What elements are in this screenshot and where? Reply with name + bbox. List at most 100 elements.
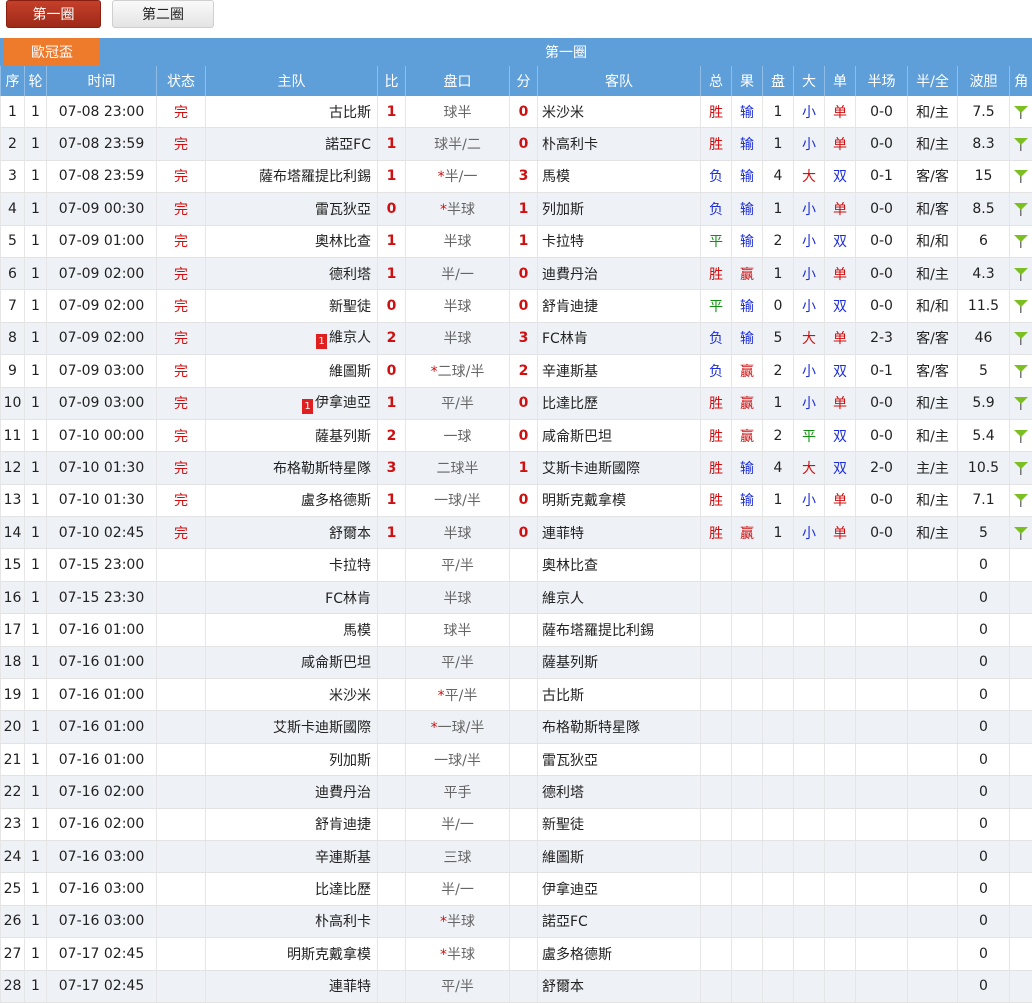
cell-away-team[interactable]: 薩布塔羅提比利錫 — [538, 614, 701, 646]
cell-away-team[interactable]: 連菲特 — [538, 517, 701, 549]
home-team-name[interactable]: 艾斯卡迪斯國際 — [273, 720, 371, 736]
cell-corner[interactable] — [1010, 776, 1032, 808]
corner-flag-icon[interactable] — [1014, 460, 1028, 476]
col-header-status[interactable]: 状态 — [157, 66, 206, 96]
match-row[interactable]: 10107-09 03:00完1伊拿迪亞1平/半0比達比歷胜赢1小单0-0和/主… — [1, 387, 1032, 419]
cell-corner[interactable] — [1010, 970, 1032, 1002]
cell-handicap[interactable]: 平/半 — [406, 970, 510, 1002]
cell-corner[interactable] — [1010, 905, 1032, 937]
cell-correct-score[interactable]: 5.9 — [958, 387, 1010, 419]
cell-corner[interactable] — [1010, 128, 1032, 160]
cell-correct-score[interactable]: 0 — [958, 646, 1010, 678]
cell-away-team[interactable]: 列加斯 — [538, 193, 701, 225]
cell-home-team[interactable]: 1維京人 — [206, 322, 378, 354]
cell-correct-score[interactable]: 7.5 — [958, 96, 1010, 128]
cell-corner[interactable] — [1010, 387, 1032, 419]
cell-correct-score[interactable]: 0 — [958, 776, 1010, 808]
league-label[interactable]: 歐冠盃 — [4, 38, 100, 66]
cell-away-team[interactable]: 薩基列斯 — [538, 646, 701, 678]
match-row[interactable]: 14107-10 02:45完舒爾本1半球0連菲特胜赢1小单0-0和/主5 — [1, 517, 1032, 549]
home-team-name[interactable]: 比達比歷 — [315, 882, 371, 898]
cell-handicap[interactable]: 一球/半 — [406, 484, 510, 516]
cell-corner[interactable] — [1010, 873, 1032, 905]
cell-handicap[interactable]: *平/半 — [406, 679, 510, 711]
col-header-time[interactable]: 时间 — [47, 66, 157, 96]
cell-status[interactable]: 完 — [157, 96, 206, 128]
cell-home-team[interactable]: 古比斯 — [206, 96, 378, 128]
cell-corner[interactable] — [1010, 419, 1032, 451]
cell-status[interactable]: 完 — [157, 484, 206, 516]
cell-handicap[interactable]: 半球 — [406, 290, 510, 322]
home-team-name[interactable]: 諾亞FC — [325, 137, 371, 153]
match-row[interactable]: 6107-09 02:00完德利塔1半/一0迪費丹治胜赢1小单0-0和/主4.3 — [1, 257, 1032, 289]
cell-correct-score[interactable]: 15 — [958, 160, 1010, 192]
cell-handicap[interactable]: 球半 — [406, 614, 510, 646]
cell-home-team[interactable]: 諾亞FC — [206, 128, 378, 160]
corner-flag-icon[interactable] — [1014, 298, 1028, 314]
cell-away-team[interactable]: 諾亞FC — [538, 905, 701, 937]
cell-corner[interactable] — [1010, 257, 1032, 289]
cell-away-team[interactable]: 艾斯卡迪斯國際 — [538, 452, 701, 484]
cell-corner[interactable] — [1010, 517, 1032, 549]
match-row[interactable]: 3107-08 23:59完薩布塔羅提比利錫1*半/一3馬模负输4大双0-1客/… — [1, 160, 1032, 192]
cell-correct-score[interactable]: 0 — [958, 840, 1010, 872]
match-row[interactable]: 16107-15 23:30FC林肯半球維京人0 — [1, 581, 1032, 613]
corner-flag-icon[interactable] — [1014, 104, 1028, 120]
cell-correct-score[interactable]: 8.3 — [958, 128, 1010, 160]
match-row[interactable]: 11107-10 00:00完薩基列斯2一球0咸侖斯巴坦胜赢2平双0-0和/主5… — [1, 419, 1032, 451]
cell-home-team[interactable]: 朴高利卡 — [206, 905, 378, 937]
cell-home-team[interactable]: 艾斯卡迪斯國際 — [206, 711, 378, 743]
home-team-name[interactable]: 連菲特 — [329, 979, 371, 995]
cell-handicap[interactable]: 半/一 — [406, 808, 510, 840]
cell-away-team[interactable]: 朴高利卡 — [538, 128, 701, 160]
cell-status[interactable] — [157, 743, 206, 775]
cell-handicap[interactable]: 三球 — [406, 840, 510, 872]
cell-correct-score[interactable]: 0 — [958, 711, 1010, 743]
cell-home-team[interactable]: 明斯克戴拿模 — [206, 938, 378, 970]
cell-home-team[interactable]: 馬模 — [206, 614, 378, 646]
home-team-name[interactable]: 維圖斯 — [329, 364, 371, 380]
col-header-result[interactable]: 果 — [732, 66, 763, 96]
cell-home-team[interactable]: 迪費丹治 — [206, 776, 378, 808]
cell-status[interactable] — [157, 711, 206, 743]
cell-away-team[interactable]: 舒肯迪捷 — [538, 290, 701, 322]
cell-correct-score[interactable]: 7.1 — [958, 484, 1010, 516]
col-header-pan[interactable]: 盘 — [763, 66, 794, 96]
corner-flag-icon[interactable] — [1014, 168, 1028, 184]
cell-correct-score[interactable]: 8.5 — [958, 193, 1010, 225]
cell-handicap[interactable]: 球半/二 — [406, 128, 510, 160]
cell-away-team[interactable]: 馬模 — [538, 160, 701, 192]
cell-handicap[interactable]: *二球/半 — [406, 355, 510, 387]
home-team-name[interactable]: 明斯克戴拿模 — [287, 947, 371, 963]
cell-away-team[interactable]: 咸侖斯巴坦 — [538, 419, 701, 451]
home-team-name[interactable]: 舒肯迪捷 — [315, 817, 371, 833]
col-header-odd[interactable]: 单 — [825, 66, 856, 96]
match-row[interactable]: 22107-16 02:00迪費丹治平手德利塔0 — [1, 776, 1032, 808]
cell-corner[interactable] — [1010, 193, 1032, 225]
home-team-name[interactable]: 馬模 — [343, 623, 371, 639]
col-header-half-full[interactable]: 半/全 — [908, 66, 958, 96]
match-row[interactable]: 25107-16 03:00比達比歷半/一伊拿迪亞0 — [1, 873, 1032, 905]
cell-away-team[interactable]: 德利塔 — [538, 776, 701, 808]
cell-correct-score[interactable]: 0 — [958, 970, 1010, 1002]
cell-corner[interactable] — [1010, 646, 1032, 678]
cell-handicap[interactable]: *半球 — [406, 905, 510, 937]
cell-away-team[interactable]: 卡拉特 — [538, 225, 701, 257]
cell-handicap[interactable]: 半球 — [406, 225, 510, 257]
cell-status[interactable] — [157, 549, 206, 581]
cell-away-team[interactable]: 米沙米 — [538, 96, 701, 128]
match-row[interactable]: 18107-16 01:00咸侖斯巴坦平/半薩基列斯0 — [1, 646, 1032, 678]
cell-away-team[interactable]: 維圖斯 — [538, 840, 701, 872]
cell-home-team[interactable]: 比達比歷 — [206, 873, 378, 905]
match-row[interactable]: 19107-16 01:00米沙米*平/半古比斯0 — [1, 679, 1032, 711]
match-row[interactable]: 23107-16 02:00舒肯迪捷半/一新聖徒0 — [1, 808, 1032, 840]
home-team-name[interactable]: 朴高利卡 — [315, 914, 371, 930]
cell-corner[interactable] — [1010, 743, 1032, 775]
cell-status[interactable] — [157, 905, 206, 937]
cell-correct-score[interactable]: 0 — [958, 614, 1010, 646]
cell-correct-score[interactable]: 0 — [958, 549, 1010, 581]
match-row[interactable]: 1107-08 23:00完古比斯1球半0米沙米胜输1小单0-0和/主7.5 — [1, 96, 1032, 128]
cell-handicap[interactable]: 二球半 — [406, 452, 510, 484]
home-team-name[interactable]: 布格勒斯特星隊 — [273, 461, 371, 477]
cell-status[interactable] — [157, 679, 206, 711]
